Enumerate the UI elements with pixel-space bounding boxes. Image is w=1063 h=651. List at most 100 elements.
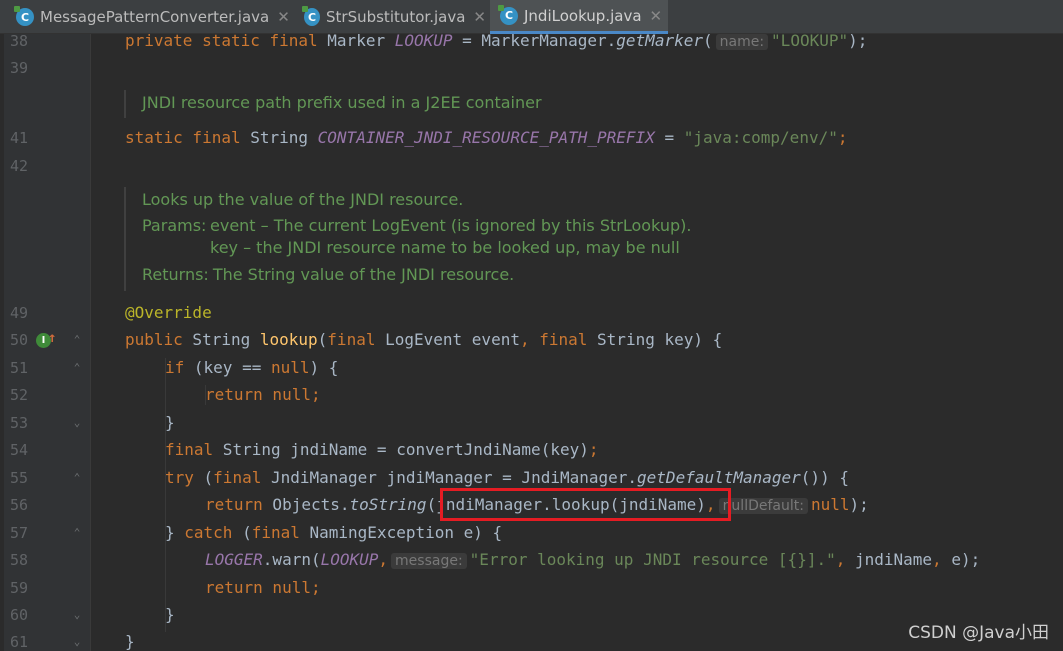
code-token: Marker <box>317 31 395 50</box>
code-token: "java:comp/env/" <box>683 128 838 147</box>
code-token: getMarker <box>616 31 703 50</box>
code-token: ()) { <box>800 468 849 487</box>
line-number: 39 <box>10 59 29 77</box>
code-token: ); <box>848 31 868 50</box>
code-token: ) { <box>309 358 339 377</box>
code-token: ); <box>960 550 981 569</box>
java-class-icon: C <box>14 6 34 26</box>
code-token: @Override <box>125 303 212 322</box>
code-line-57[interactable]: } catch (final NamingException e) { <box>165 523 502 543</box>
tab-message-pattern-converter[interactable]: C MessagePatternConverter.java ✕ <box>8 0 290 34</box>
line-number: 49 <box>10 304 29 322</box>
fold-icon[interactable]: ⌄ <box>71 416 83 430</box>
line-number: 59 <box>10 579 29 597</box>
go-to-super-arrow-icon[interactable]: ↑ <box>48 330 56 346</box>
code-token: final <box>213 468 262 487</box>
javadoc-summary: Looks up the value of the JNDI resource. <box>142 190 464 209</box>
line-number: 57 <box>10 524 29 542</box>
close-icon[interactable]: ✕ <box>650 7 663 25</box>
code-line-49[interactable]: @Override <box>125 303 212 323</box>
javadoc-param: event – The current LogEvent (is ignored… <box>210 216 692 235</box>
editor-tab-bar: C MessagePatternConverter.java ✕ C StrSu… <box>0 0 1063 34</box>
line-number: 55 <box>10 469 29 487</box>
close-icon[interactable]: ✕ <box>473 8 486 26</box>
code-token: null <box>270 358 310 377</box>
code-line-41[interactable]: static final String CONTAINER_JNDI_RESOU… <box>125 128 847 148</box>
code-token: } <box>165 523 185 542</box>
tab-label: MessagePatternConverter.java <box>40 8 270 26</box>
code-token: try <box>165 468 194 487</box>
code-line-50[interactable]: public String lookup(final LogEvent even… <box>125 330 722 350</box>
code-line-60[interactable]: } <box>165 605 175 625</box>
line-number: 50 <box>10 331 29 349</box>
code-token: lookup <box>259 330 318 349</box>
tab-label: JndiLookup.java <box>524 6 642 25</box>
code-token: e <box>951 550 961 569</box>
fold-icon[interactable]: ⌄ <box>71 635 83 649</box>
fold-icon[interactable]: ⌃ <box>71 471 83 485</box>
code-line-55[interactable]: try (final JndiManager jndiManager = Jnd… <box>165 468 849 488</box>
code-token: final <box>539 330 588 349</box>
code-line-53[interactable]: } <box>165 413 175 433</box>
tab-str-substitutor[interactable]: C StrSubstitutor.java ✕ <box>296 0 486 34</box>
tab-jndi-lookup[interactable]: C JndiLookup.java ✕ <box>490 0 668 34</box>
code-line-58[interactable]: LOGGER.warn(LOOKUP, message: "Error lookin… <box>205 550 980 571</box>
code-token: if <box>165 358 185 377</box>
code-token: , <box>835 550 855 569</box>
code-token: return null <box>205 578 311 597</box>
code-token: LOOKUP <box>320 550 379 569</box>
code-token: } <box>165 605 175 624</box>
gutter-separator <box>90 34 91 651</box>
code-token: private static final <box>125 31 318 50</box>
line-number: 58 <box>10 551 29 569</box>
code-token: } <box>165 413 175 432</box>
fold-icon[interactable]: ⌃ <box>71 361 83 375</box>
code-token: ( <box>702 31 713 50</box>
code-token: "Error looking up JNDI resource [{}]." <box>469 550 836 569</box>
code-token: ; <box>837 128 848 147</box>
close-icon[interactable]: ✕ <box>277 8 290 26</box>
code-token: return <box>205 495 263 514</box>
code-token: , <box>932 550 952 569</box>
javadoc-returns: Returns: The String value of the JNDI re… <box>142 262 691 287</box>
code-line-51[interactable]: if (key == null) { <box>165 358 338 378</box>
code-token: ( <box>317 330 328 349</box>
code-token: getDefaultManager <box>637 468 801 487</box>
line-number: 56 <box>10 496 29 514</box>
javadoc-params: Params: event – The current LogEvent (is… <box>142 215 691 259</box>
code-token: , <box>519 330 540 349</box>
line-number: 53 <box>10 414 29 432</box>
code-line-38[interactable]: private static final Marker LOOKUP = Mar… <box>125 31 867 52</box>
code-token: LOGGER <box>205 550 263 569</box>
code-line-59[interactable]: return null; <box>205 578 321 598</box>
java-class-icon: C <box>498 4 518 25</box>
param-hint-name: name: <box>715 34 769 50</box>
code-token: toString <box>349 495 427 514</box>
code-token: null <box>810 495 850 514</box>
code-token: } <box>125 632 135 651</box>
line-number: 42 <box>10 157 29 175</box>
javadoc-returns-label: Returns: <box>142 265 209 284</box>
param-hint-message: message: <box>391 553 467 569</box>
javadoc-params-label: Params: <box>142 216 207 235</box>
fold-icon[interactable]: ⌄ <box>71 608 83 622</box>
code-token: ; <box>588 440 599 459</box>
code-token: Objects. <box>262 495 350 514</box>
left-edge <box>0 34 4 651</box>
code-token: final <box>327 330 376 349</box>
javadoc-returns-text: The String value of the JNDI resource. <box>212 265 515 284</box>
code-line-61[interactable]: } <box>125 632 135 651</box>
line-number: 38 <box>10 32 29 50</box>
fold-icon[interactable]: ⌃ <box>71 526 83 540</box>
code-token: ( <box>232 523 252 542</box>
code-line-52[interactable]: return null; <box>205 385 321 405</box>
javadoc-param: key – the JNDI resource name to be looke… <box>210 238 680 257</box>
code-token: ); <box>849 495 869 514</box>
code-token: LogEvent event <box>375 330 520 349</box>
param-hint-null-default: nullDefault: <box>718 498 808 514</box>
code-token: JndiManager jndiManager = JndiManager. <box>261 468 638 487</box>
fold-icon[interactable]: ⌃ <box>71 333 83 347</box>
java-class-icon: C <box>302 6 320 26</box>
line-number: 61 <box>10 633 29 651</box>
code-line-54[interactable]: final String jndiName = convertJndiName(… <box>165 440 599 460</box>
